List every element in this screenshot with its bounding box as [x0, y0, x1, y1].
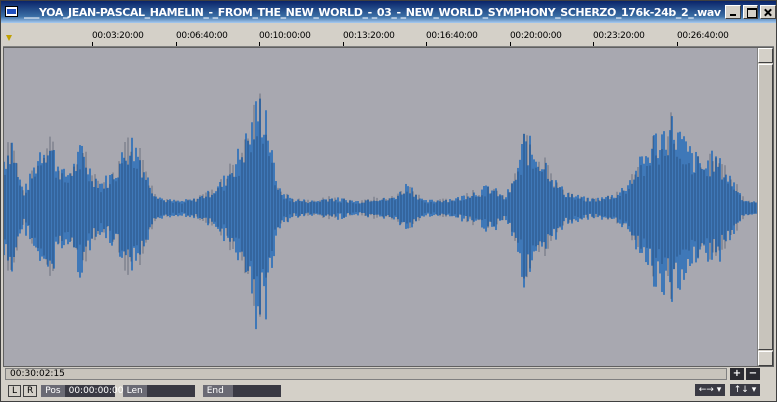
vertical-zoom-menu[interactable]: ↑↓ ▾: [730, 384, 760, 396]
window-title: ___YOA_JEAN-PASCAL_HAMELIN_-_FROM_THE_NE…: [23, 5, 723, 19]
time-ruler[interactable]: 00:03:20:00 00:06:40:00 00:10:00:00 00:1…: [3, 31, 774, 47]
minimize-button[interactable]: [724, 5, 741, 19]
end-value[interactable]: [232, 385, 281, 397]
wave-file-icon: [4, 4, 20, 20]
len-value[interactable]: [146, 385, 195, 397]
maximize-button[interactable]: [742, 5, 759, 19]
ruler-tick-label: 00:16:40:00: [426, 31, 478, 41]
horizontal-scrollbar[interactable]: 00:30:02:15: [5, 368, 727, 380]
ruler-tick-label: 00:26:40:00: [677, 31, 729, 41]
ruler-tick-label: 00:03:20:00: [92, 31, 144, 41]
ruler-tick-label: 00:13:20:00: [343, 31, 395, 41]
ruler-tick-label: 00:06:40:00: [176, 31, 228, 41]
audio-editor-window: ___YOA_JEAN-PASCAL_HAMELIN_-_FROM_THE_NE…: [0, 0, 777, 402]
horizontal-scroll-row: 00:30:02:15 + −: [3, 368, 774, 381]
len-label: Len: [122, 385, 147, 397]
waveform[interactable]: [4, 48, 757, 366]
pos-label: Pos: [41, 385, 65, 397]
left-channel-button[interactable]: L: [8, 385, 22, 397]
ruler-tick-label: 00:23:20:00: [593, 31, 645, 41]
close-button[interactable]: [760, 5, 776, 19]
vertical-scroll-thumb[interactable]: [758, 64, 773, 350]
scroll-down-button[interactable]: [758, 351, 773, 366]
title-bar[interactable]: ___YOA_JEAN-PASCAL_HAMELIN_-_FROM_THE_NE…: [1, 1, 776, 23]
waveform-display[interactable]: [3, 47, 774, 367]
status-bar: L R Pos 00:00:00:00 Len End ←→ ▾ ↑↓ ▾: [3, 382, 774, 400]
zoom-in-button[interactable]: +: [730, 368, 744, 380]
total-length-text: 00:30:02:15: [10, 369, 65, 379]
ruler-tick-label: 00:10:00:00: [259, 31, 311, 41]
ruler-tick-label: 00:20:00:00: [510, 31, 562, 41]
vertical-scrollbar[interactable]: [757, 48, 773, 366]
horizontal-zoom-menu[interactable]: ←→ ▾: [695, 384, 725, 396]
scroll-up-button[interactable]: [758, 48, 773, 63]
right-channel-button[interactable]: R: [23, 385, 38, 397]
pos-value[interactable]: 00:00:00:00: [64, 385, 124, 397]
playhead-marker[interactable]: [6, 35, 12, 41]
end-label: End: [202, 385, 233, 397]
zoom-out-button[interactable]: −: [746, 368, 760, 380]
